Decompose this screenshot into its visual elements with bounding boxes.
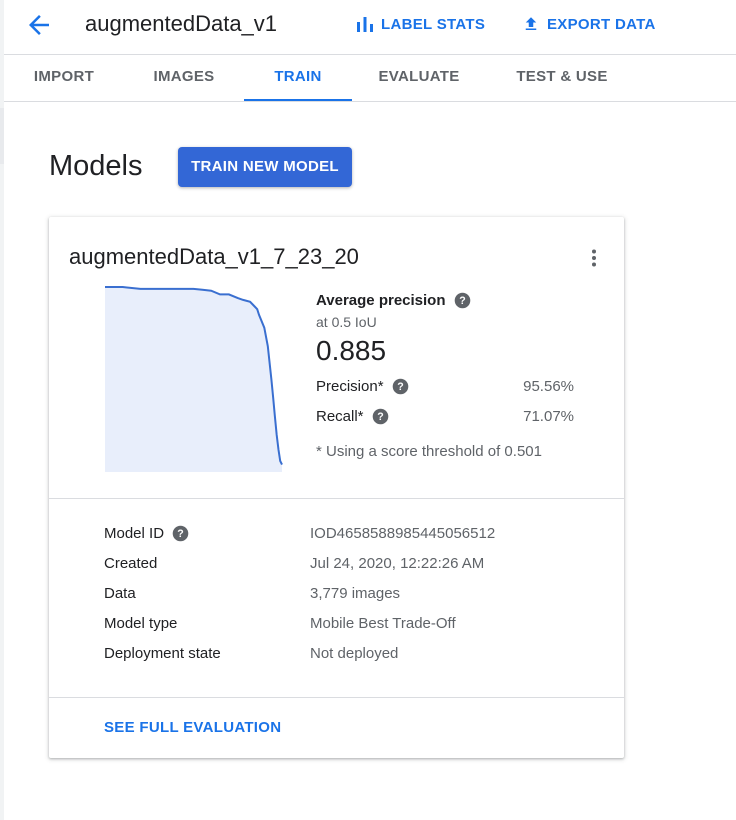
tab-test-and-use[interactable]: TEST & USE bbox=[504, 54, 620, 101]
help-icon[interactable]: ? bbox=[372, 408, 389, 425]
more-vert-icon bbox=[592, 249, 596, 267]
help-icon[interactable]: ? bbox=[172, 525, 189, 542]
help-icon[interactable]: ? bbox=[454, 292, 471, 309]
detail-key: Model type bbox=[104, 615, 178, 632]
arrow-back-icon bbox=[29, 15, 49, 35]
precision-value: 95.56% bbox=[523, 377, 574, 395]
detail-key: Model ID? bbox=[104, 525, 189, 542]
detail-key-text: Model ID bbox=[104, 525, 165, 542]
tab-bar: IMPORT IMAGES TRAIN EVALUATE TEST & USE bbox=[4, 54, 736, 102]
recall-value: 71.07% bbox=[523, 407, 574, 425]
svg-text:?: ? bbox=[397, 381, 403, 393]
svg-text:?: ? bbox=[377, 411, 383, 423]
svg-text:?: ? bbox=[459, 295, 465, 307]
iou-label: at 0.5 IoU bbox=[316, 314, 377, 330]
recall-label: Recall* bbox=[316, 407, 364, 425]
dataset-title: augmentedData_v1 bbox=[85, 11, 278, 36]
label-stats-label: LABEL STATS bbox=[381, 15, 486, 33]
model-name: augmentedData_v1_7_23_20 bbox=[69, 244, 359, 269]
precision-row: Precision* ? 95.56% bbox=[316, 376, 574, 396]
upload-icon bbox=[525, 17, 537, 30]
see-full-evaluation-link[interactable]: SEE FULL EVALUATION bbox=[104, 719, 281, 736]
more-options-button[interactable] bbox=[582, 246, 606, 270]
tab-evaluate[interactable]: EVALUATE bbox=[369, 54, 469, 101]
detail-value: 3,779 images bbox=[310, 585, 401, 602]
detail-row-model-type: Model type Mobile Best Trade-Off bbox=[104, 615, 604, 635]
detail-row-created: Created Jul 24, 2020, 12:22:26 AM bbox=[104, 555, 604, 575]
svg-text:?: ? bbox=[177, 528, 183, 540]
export-data-label: EXPORT DATA bbox=[547, 15, 656, 33]
detail-row-deployment-state: Deployment state Not deployed bbox=[104, 645, 604, 665]
left-rail bbox=[0, 0, 4, 820]
avg-precision-label: Average precision bbox=[316, 292, 446, 309]
detail-key: Data bbox=[104, 585, 136, 602]
card-divider bbox=[49, 498, 624, 499]
precision-recall-chart bbox=[105, 286, 283, 472]
detail-value: Jul 24, 2020, 12:22:26 AM bbox=[310, 555, 485, 572]
left-rail-marker bbox=[0, 108, 4, 164]
detail-row-model-id: Model ID? IOD4658588985445056512 bbox=[104, 525, 604, 545]
tab-images[interactable]: IMAGES bbox=[140, 54, 228, 101]
models-heading: Models bbox=[49, 150, 143, 182]
precision-label: Precision* bbox=[316, 377, 384, 395]
export-data-button[interactable]: EXPORT DATA bbox=[522, 14, 656, 34]
card-divider bbox=[49, 697, 624, 698]
recall-row: Recall* ? 71.07% bbox=[316, 406, 574, 426]
avg-precision-value: 0.885 bbox=[316, 335, 387, 366]
label-stats-button[interactable]: LABEL STATS bbox=[356, 14, 485, 34]
threshold-note: * Using a score threshold of 0.501 bbox=[316, 443, 542, 460]
tab-train[interactable]: TRAIN bbox=[244, 54, 352, 101]
detail-key: Created bbox=[104, 555, 158, 572]
detail-value: Mobile Best Trade-Off bbox=[310, 615, 456, 632]
detail-row-data: Data 3,779 images bbox=[104, 585, 604, 605]
detail-value: IOD4658588985445056512 bbox=[310, 525, 496, 542]
model-card: augmentedData_v1_7_23_20 Average precisi… bbox=[49, 217, 624, 758]
train-new-model-button[interactable]: TRAIN NEW MODEL bbox=[178, 147, 352, 187]
header-bar: augmentedData_v1 LABEL STATS EXPORT DATA bbox=[4, 0, 736, 55]
tab-import[interactable]: IMPORT bbox=[18, 54, 110, 101]
back-button[interactable] bbox=[24, 10, 54, 40]
help-icon[interactable]: ? bbox=[392, 378, 409, 395]
bar-chart-icon bbox=[357, 17, 373, 32]
detail-value: Not deployed bbox=[310, 645, 399, 662]
avg-precision-row: Average precision ? bbox=[316, 292, 471, 309]
detail-key: Deployment state bbox=[104, 645, 221, 662]
pr-curve-area bbox=[105, 287, 282, 472]
